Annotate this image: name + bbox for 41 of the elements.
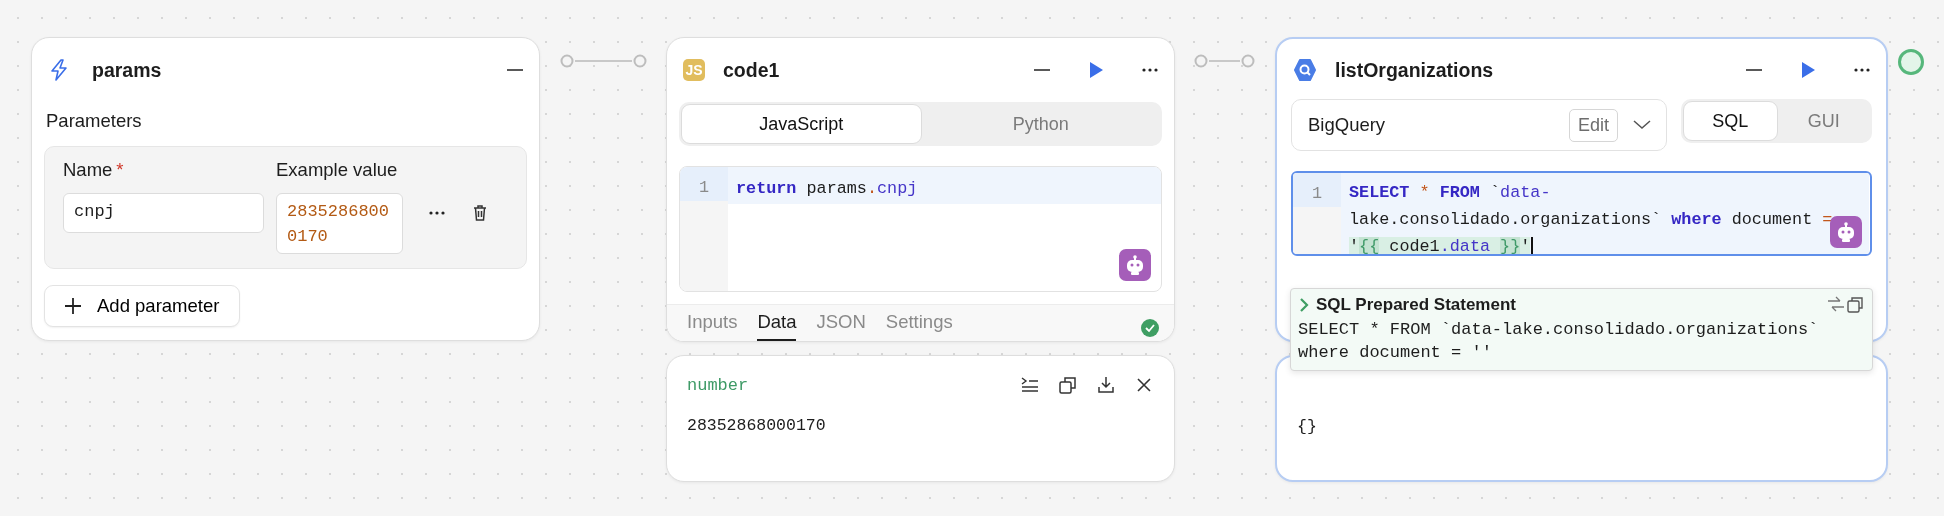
output-type-label: number [687, 375, 750, 395]
required-mark: * [116, 159, 124, 181]
node-title: listOrganizations [1335, 58, 1495, 82]
section-label: Parameters [45, 109, 143, 132]
panel-tab[interactable]: Settings [885, 305, 953, 341]
js-badge: JS [683, 59, 705, 81]
column-label: Example value [276, 159, 398, 181]
hexagon-search-icon [1293, 58, 1317, 82]
edit-button[interactable]: Edit [1568, 108, 1618, 142]
robot-icon[interactable] [1119, 249, 1151, 281]
value-field[interactable]: 28352868000170 [276, 193, 403, 254]
panel-tab[interactable]: Inputs [687, 305, 738, 341]
output-handle-icon[interactable] [1897, 48, 1925, 76]
edge-connector [1193, 53, 1256, 69]
node-title: code1 [723, 58, 781, 82]
language-tab[interactable]: Python [921, 104, 1160, 144]
swap-copy-icons[interactable] [1826, 295, 1864, 315]
mode-tab[interactable]: SQL [1683, 101, 1778, 141]
robot-icon[interactable] [1830, 216, 1862, 248]
trash-icon[interactable] [471, 203, 489, 223]
add-parameter-button[interactable]: Add parameter [44, 285, 241, 327]
download-icon[interactable] [1096, 375, 1116, 395]
line-number: 1 [1293, 173, 1341, 207]
resource-select[interactable]: BigQuery Edit [1291, 99, 1667, 151]
output-value: 28352868000170 [687, 416, 827, 435]
plus-icon [63, 296, 83, 316]
copy-icon[interactable] [1058, 375, 1078, 395]
language-tab[interactable]: JavaScript [681, 104, 922, 144]
indent-icon[interactable] [1020, 375, 1040, 395]
popover-title: SQL Prepared Statement [1316, 295, 1517, 315]
lightning-icon [48, 58, 70, 82]
column-label: Name [63, 159, 113, 181]
output-value: {} [1297, 417, 1318, 436]
panel-tab[interactable]: JSON [816, 305, 866, 341]
name-field[interactable]: cnpj [63, 193, 264, 233]
mode-tab[interactable]: GUI [1777, 101, 1870, 141]
panel-tab[interactable]: Data [757, 305, 797, 341]
node-title: params [92, 58, 163, 82]
line-number: 1 [680, 167, 728, 201]
prepared-statement-text: SELECT * FROM `data-lake.consolidado.organizations` where document = '' [1298, 319, 1820, 364]
chevron-right-icon [1298, 296, 1310, 314]
